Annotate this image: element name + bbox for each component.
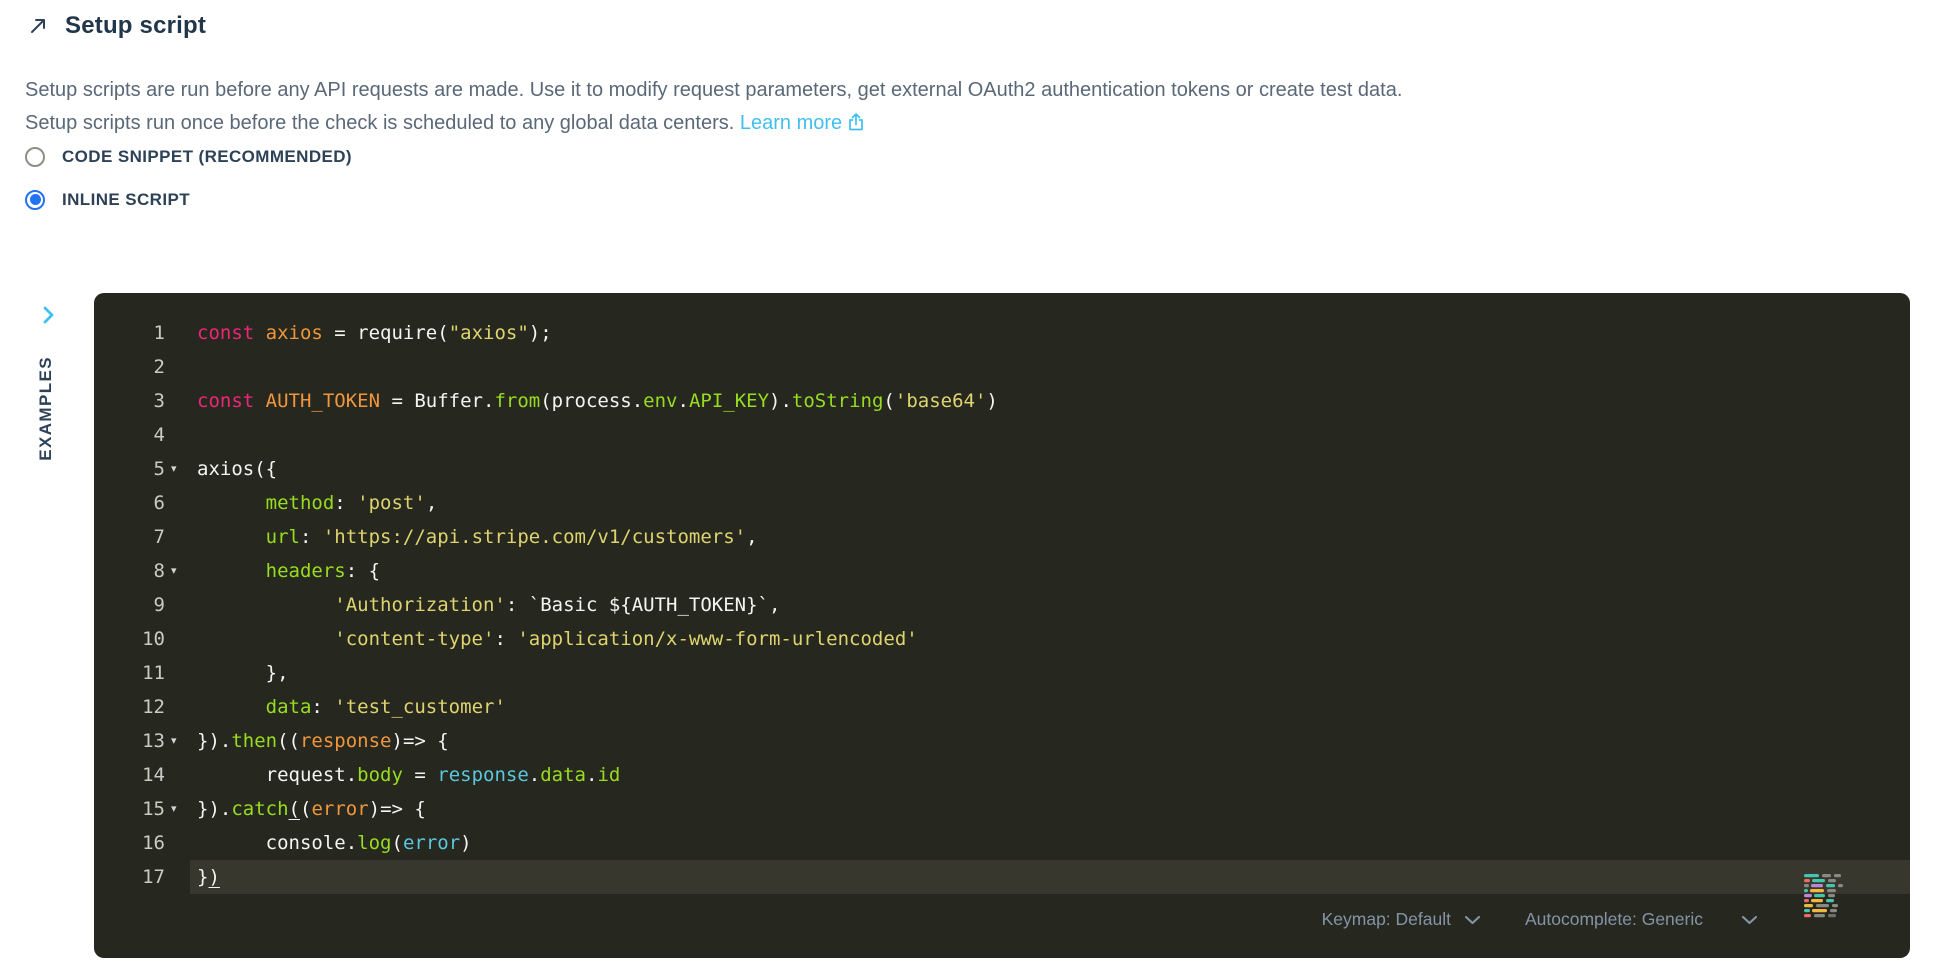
description-line2: Setup scripts run once before the check …	[25, 112, 734, 134]
code-line[interactable]: 14 request.body = response.data.id	[94, 758, 1910, 792]
fold-arrow-icon[interactable]: ▾	[165, 792, 190, 826]
fold-arrow-icon[interactable]: ▾	[165, 724, 190, 758]
code-text: 'Authorization': `Basic ${AUTH_TOKEN}`,	[190, 588, 1910, 622]
code-text: method: 'post',	[190, 486, 1910, 520]
description-line1: Setup scripts are run before any API req…	[25, 74, 1915, 107]
fold-spacer	[165, 350, 190, 384]
line-number: 4	[94, 418, 165, 452]
line-number: 1	[94, 316, 165, 350]
code-text: data: 'test_customer'	[190, 690, 1910, 724]
code-line[interactable]: 7 url: 'https://api.stripe.com/v1/custom…	[94, 520, 1910, 554]
fold-spacer	[165, 588, 190, 622]
learn-more-link[interactable]: Learn more	[740, 112, 865, 134]
fold-spacer	[165, 418, 190, 452]
chevron-down-icon	[1464, 915, 1481, 925]
code-text: url: 'https://api.stripe.com/v1/customer…	[190, 520, 1910, 554]
code-line[interactable]: 1 const axios = require("axios");	[94, 316, 1910, 350]
code-line[interactable]: 16 console.log(error)	[94, 826, 1910, 860]
code-line[interactable]: 12 data: 'test_customer'	[94, 690, 1910, 724]
code-text: 'content-type': 'application/x-www-form-…	[190, 622, 1910, 656]
fold-spacer	[165, 520, 190, 554]
radio-option-code-snippet[interactable]: CODE SNIPPET (RECOMMENDED)	[25, 146, 352, 167]
page-title: Setup script	[65, 12, 206, 40]
code-text: }).then((response)=> {	[190, 724, 1910, 758]
code-line[interactable]: 4	[94, 418, 1910, 452]
arrow-up-right-icon	[28, 16, 48, 36]
fold-spacer	[165, 622, 190, 656]
autocomplete-dropdown[interactable]: Autocomplete: Generic	[1525, 909, 1758, 930]
fold-spacer	[165, 860, 190, 894]
code-line[interactable]: 6 method: 'post',	[94, 486, 1910, 520]
editor-statusbar: Keymap: Default Autocomplete: Generic	[1322, 909, 1758, 930]
line-number: 8	[94, 554, 165, 588]
code-line[interactable]: 13▾}).then((response)=> {	[94, 724, 1910, 758]
code-text: console.log(error)	[190, 826, 1910, 860]
code-line[interactable]: 17})	[94, 860, 1910, 894]
section-header: Setup script	[28, 12, 206, 40]
fold-spacer	[165, 316, 190, 350]
fold-spacer	[165, 486, 190, 520]
code-text: })	[190, 860, 1910, 894]
keymap-dropdown[interactable]: Keymap: Default	[1322, 909, 1481, 930]
examples-expand-button[interactable]	[42, 305, 55, 328]
description-line2-row: Setup scripts run once before the check …	[25, 107, 1915, 140]
code-text: const AUTH_TOKEN = Buffer.from(process.e…	[190, 384, 1910, 418]
line-number: 15	[94, 792, 165, 826]
line-number: 17	[94, 860, 165, 894]
examples-tab[interactable]: EXAMPLES	[36, 356, 56, 461]
fold-arrow-icon[interactable]: ▾	[165, 452, 190, 486]
code-text: }).catch((error)=> {	[190, 792, 1910, 826]
code-text	[190, 350, 1910, 384]
code-text	[190, 418, 1910, 452]
code-line[interactable]: 8▾ headers: {	[94, 554, 1910, 588]
chevron-right-icon	[42, 305, 55, 325]
line-number: 16	[94, 826, 165, 860]
line-number: 5	[94, 452, 165, 486]
fold-spacer	[165, 758, 190, 792]
code-line[interactable]: 9 'Authorization': `Basic ${AUTH_TOKEN}`…	[94, 588, 1910, 622]
code-text: },	[190, 656, 1910, 690]
line-number: 13	[94, 724, 165, 758]
script-type-options: CODE SNIPPET (RECOMMENDED) INLINE SCRIPT	[25, 146, 352, 232]
fold-spacer	[165, 384, 190, 418]
line-number: 11	[94, 656, 165, 690]
line-number: 6	[94, 486, 165, 520]
fold-spacer	[165, 690, 190, 724]
radio-option-label[interactable]: INLINE SCRIPT	[62, 190, 190, 210]
code-lines: 1 const axios = require("axios"); 23 const …	[94, 316, 1910, 894]
code-text: request.body = response.data.id	[190, 758, 1910, 792]
code-line[interactable]: 5▾axios({	[94, 452, 1910, 486]
code-line[interactable]: 15▾}).catch((error)=> {	[94, 792, 1910, 826]
code-line[interactable]: 2	[94, 350, 1910, 384]
line-number: 9	[94, 588, 165, 622]
code-editor[interactable]: 1 const axios = require("axios"); 23 const …	[94, 293, 1910, 958]
fold-spacer	[165, 826, 190, 860]
line-number: 2	[94, 350, 165, 384]
external-share-icon	[847, 112, 865, 132]
fold-arrow-icon[interactable]: ▾	[165, 554, 190, 588]
code-minimap-icon	[1804, 874, 1846, 920]
radio-selected[interactable]	[25, 190, 45, 210]
code-line[interactable]: 11 },	[94, 656, 1910, 690]
code-text: headers: {	[190, 554, 1910, 588]
code-line[interactable]: 3 const AUTH_TOKEN = Buffer.from(process.…	[94, 384, 1910, 418]
chevron-down-icon	[1741, 915, 1758, 925]
line-number: 12	[94, 690, 165, 724]
radio-option-inline-script[interactable]: INLINE SCRIPT	[25, 189, 352, 210]
line-number: 3	[94, 384, 165, 418]
line-number: 7	[94, 520, 165, 554]
radio-option-label[interactable]: CODE SNIPPET (RECOMMENDED)	[62, 147, 352, 167]
code-text: const axios = require("axios");	[190, 316, 1910, 350]
radio-unselected[interactable]	[25, 147, 45, 167]
code-line[interactable]: 10 'content-type': 'application/x-www-fo…	[94, 622, 1910, 656]
fold-spacer	[165, 656, 190, 690]
line-number: 14	[94, 758, 165, 792]
autocomplete-label: Autocomplete: Generic	[1525, 909, 1703, 930]
line-number: 10	[94, 622, 165, 656]
code-text: axios({	[190, 452, 1910, 486]
keymap-label: Keymap: Default	[1322, 909, 1451, 930]
description: Setup scripts are run before any API req…	[25, 74, 1915, 140]
